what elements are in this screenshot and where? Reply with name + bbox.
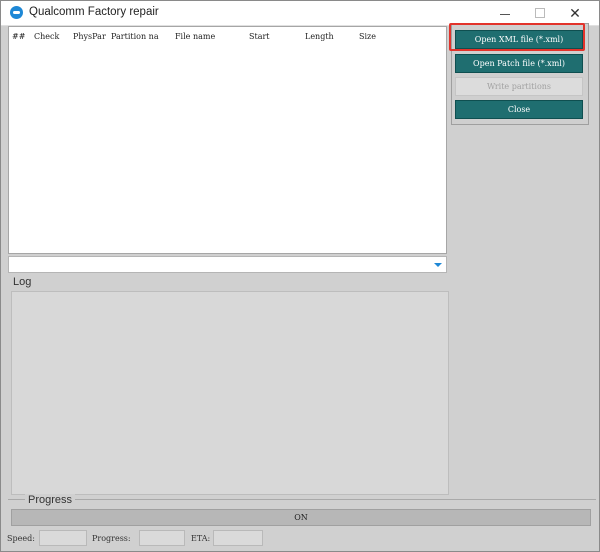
minimize-icon (500, 14, 510, 15)
open-patch-button[interactable]: Open Patch file (*.xml) (455, 54, 583, 73)
write-partitions-button[interactable]: Write partitions (455, 77, 583, 96)
app-window: Qualcomm Factory repair ✕ ## Check PhysP… (0, 0, 600, 552)
eta-value (213, 530, 263, 546)
close-icon: ✕ (569, 4, 581, 21)
window-title: Qualcomm Factory repair (29, 6, 159, 18)
maximize-button[interactable] (522, 1, 558, 25)
column-header-check[interactable]: Check (34, 32, 72, 41)
minimize-button[interactable] (487, 1, 523, 25)
column-header-start[interactable]: Start (249, 32, 301, 41)
maximize-icon (535, 8, 545, 18)
progress-bar: ON (11, 509, 591, 526)
column-header-index[interactable]: ## (12, 32, 32, 41)
table-header: ## Check PhysPar Partition na File name … (9, 27, 446, 45)
column-header-partition-name[interactable]: Partition na (111, 32, 171, 41)
speed-label: Speed: (7, 534, 35, 543)
close-window-button[interactable]: ✕ (557, 1, 593, 25)
column-header-physpar[interactable]: PhysPar (73, 32, 109, 41)
progress-status-value (139, 530, 185, 546)
speed-value (39, 530, 87, 546)
column-header-length[interactable]: Length (305, 32, 357, 41)
highlight-box (449, 23, 585, 51)
progress-bar-text: ON (294, 513, 308, 522)
chevron-down-icon[interactable] (434, 263, 442, 267)
eta-label: ETA: (191, 534, 211, 543)
progress-group-label: Progress (25, 494, 76, 506)
close-button[interactable]: Close (455, 100, 583, 119)
qualcomm-logo-icon (10, 6, 23, 19)
log-area[interactable] (11, 291, 449, 495)
partition-table[interactable]: ## Check PhysPar Partition na File name … (8, 26, 447, 254)
log-label: Log (13, 276, 32, 288)
column-header-size[interactable]: Size (359, 32, 411, 41)
column-header-file-name[interactable]: File name (175, 32, 247, 41)
progress-status-label: Progress: (92, 534, 131, 543)
device-select[interactable] (8, 256, 447, 273)
